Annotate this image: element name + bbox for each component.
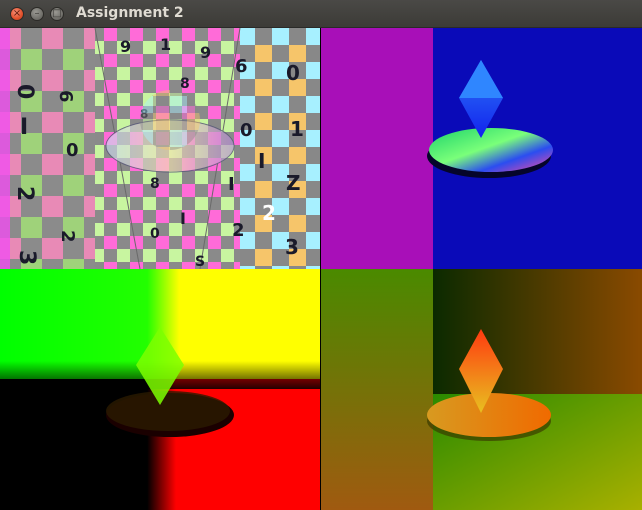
svg-text:I: I	[20, 115, 28, 140]
checker-room-scene: 0 I 2 3 6 0 2 9 1 9 6 0 0 I 1 I 2 Z 3 2 …	[0, 28, 320, 269]
svg-text:0: 0	[286, 61, 300, 85]
svg-text:I: I	[228, 174, 235, 195]
blue-scene	[321, 28, 642, 269]
svg-text:1: 1	[160, 35, 171, 54]
disc-object	[427, 393, 551, 437]
svg-text:1: 1	[290, 117, 304, 141]
svg-text:8: 8	[180, 76, 190, 92]
svg-text:0: 0	[150, 226, 160, 242]
rgb-quadrant-scene	[0, 269, 320, 510]
viewport-top-right	[321, 28, 642, 269]
minimize-icon: –	[34, 8, 40, 19]
render-canvas[interactable]: 0 I 2 3 6 0 2 9 1 9 6 0 0 I 1 I 2 Z 3 2 …	[0, 28, 642, 510]
svg-text:2: 2	[57, 230, 78, 243]
svg-text:2: 2	[262, 201, 276, 225]
svg-text:9: 9	[120, 37, 131, 56]
svg-text:I: I	[180, 209, 186, 228]
disc-object	[429, 128, 553, 172]
svg-text:9: 9	[200, 43, 211, 62]
svg-text:2: 2	[232, 220, 245, 241]
svg-text:I: I	[258, 149, 265, 173]
svg-text:3: 3	[285, 235, 299, 259]
close-icon: ×	[12, 8, 22, 19]
svg-text:8: 8	[150, 176, 160, 192]
svg-text:0: 0	[12, 84, 37, 99]
maximize-icon: □	[52, 8, 62, 19]
svg-text:6: 6	[55, 90, 76, 103]
svg-text:2: 2	[12, 186, 37, 201]
svg-text:6: 6	[235, 56, 248, 77]
gradient-scene	[321, 269, 642, 510]
viewport-top-left: 0 I 2 3 6 0 2 9 1 9 6 0 0 I 1 I 2 Z 3 2 …	[0, 28, 320, 269]
title-bar[interactable]: × – □ Assignment 2	[0, 0, 642, 28]
disc-object	[106, 391, 230, 431]
svg-text:3: 3	[14, 250, 39, 265]
svg-text:Z: Z	[286, 171, 301, 195]
close-button[interactable]: ×	[10, 7, 24, 21]
maximize-button[interactable]: □	[50, 7, 64, 21]
viewport-bottom-left	[0, 269, 320, 510]
viewport-bottom-right	[321, 269, 642, 510]
svg-text:S: S	[195, 254, 205, 269]
svg-text:0: 0	[240, 120, 253, 141]
window-title: Assignment 2	[76, 5, 184, 21]
minimize-button[interactable]: –	[30, 7, 44, 21]
app-window: × – □ Assignment 2 0 I 2 3 6 0 2 9 1 9 6…	[0, 0, 642, 510]
svg-text:0: 0	[66, 140, 79, 161]
